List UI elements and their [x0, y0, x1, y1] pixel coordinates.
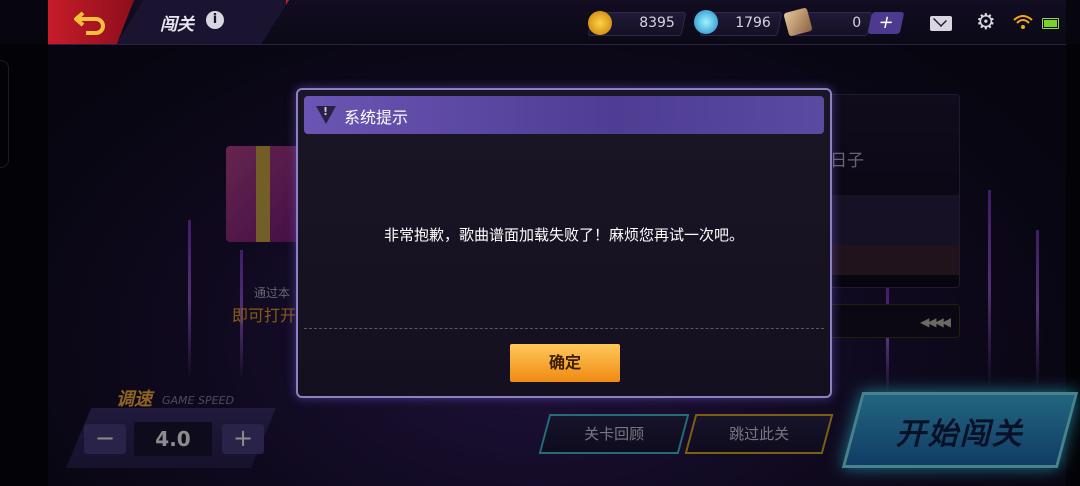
back-arrow-icon	[74, 11, 105, 35]
battery-icon	[1042, 18, 1059, 29]
diamond-value: 1796	[735, 15, 772, 31]
gold-coin-value: 8395	[639, 15, 676, 31]
info-icon[interactable]: i	[206, 11, 224, 29]
gold-coin-icon	[588, 11, 612, 35]
add-ticket-button[interactable]: +	[867, 12, 905, 34]
dialog-header: 系统提示	[304, 96, 824, 134]
dialog-message: 非常抱歉，歌曲谱面加载失败了！麻烦您再试一次吧。	[383, 226, 744, 244]
system-dialog: 系统提示 非常抱歉，歌曲谱面加载失败了！麻烦您再试一次吧。 确定	[296, 88, 832, 398]
wifi-icon	[1013, 15, 1033, 29]
warning-icon	[316, 105, 336, 124]
confirm-button[interactable]: 确定	[510, 344, 620, 382]
gear-icon[interactable]: ⚙	[976, 12, 996, 34]
diamond-icon	[694, 10, 718, 34]
title-tab	[116, 0, 289, 44]
page-title: 闯关	[160, 15, 194, 35]
mail-icon[interactable]	[930, 16, 952, 31]
dialog-title: 系统提示	[344, 108, 409, 127]
ticket-value: 0	[852, 15, 862, 31]
dialog-divider	[304, 328, 824, 329]
